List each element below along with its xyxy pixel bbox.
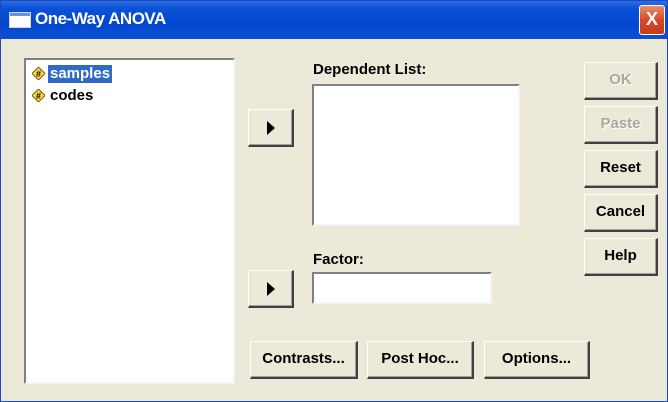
move-to-factor-button[interactable] (248, 270, 294, 308)
factor-label: Factor: (313, 251, 364, 268)
factor-field[interactable] (312, 272, 492, 304)
options-button[interactable]: Options... (484, 341, 590, 379)
contrasts-button[interactable]: Contrasts... (250, 341, 358, 379)
variable-item-samples[interactable]: # samples (32, 64, 113, 83)
dependent-list-box[interactable] (312, 84, 520, 226)
variable-label: samples (48, 64, 113, 83)
source-variable-list[interactable]: # samples # codes (24, 58, 235, 384)
one-way-anova-dialog: One-Way ANOVA X # samples # codes Depend… (0, 0, 668, 402)
paste-button[interactable]: Paste (584, 106, 658, 144)
window-icon (9, 12, 31, 28)
ok-button[interactable]: OK (584, 62, 658, 100)
svg-text:#: # (36, 91, 41, 101)
svg-text:#: # (36, 69, 41, 79)
help-button[interactable]: Help (584, 238, 658, 276)
variable-item-codes[interactable]: # codes (32, 86, 95, 105)
scale-variable-icon: # (32, 67, 45, 80)
right-arrow-icon (266, 281, 276, 296)
close-button[interactable]: X (639, 5, 665, 35)
title-bar[interactable]: One-Way ANOVA X (1, 1, 667, 39)
scale-variable-icon: # (32, 89, 45, 102)
right-arrow-icon (266, 120, 276, 135)
post-hoc-button[interactable]: Post Hoc... (367, 341, 474, 379)
reset-button[interactable]: Reset (584, 150, 658, 188)
move-to-dependent-button[interactable] (248, 109, 294, 147)
window-title: One-Way ANOVA (35, 9, 166, 28)
variable-label: codes (50, 86, 94, 104)
dependent-list-label: Dependent List: (313, 61, 427, 78)
cancel-button[interactable]: Cancel (584, 194, 658, 232)
